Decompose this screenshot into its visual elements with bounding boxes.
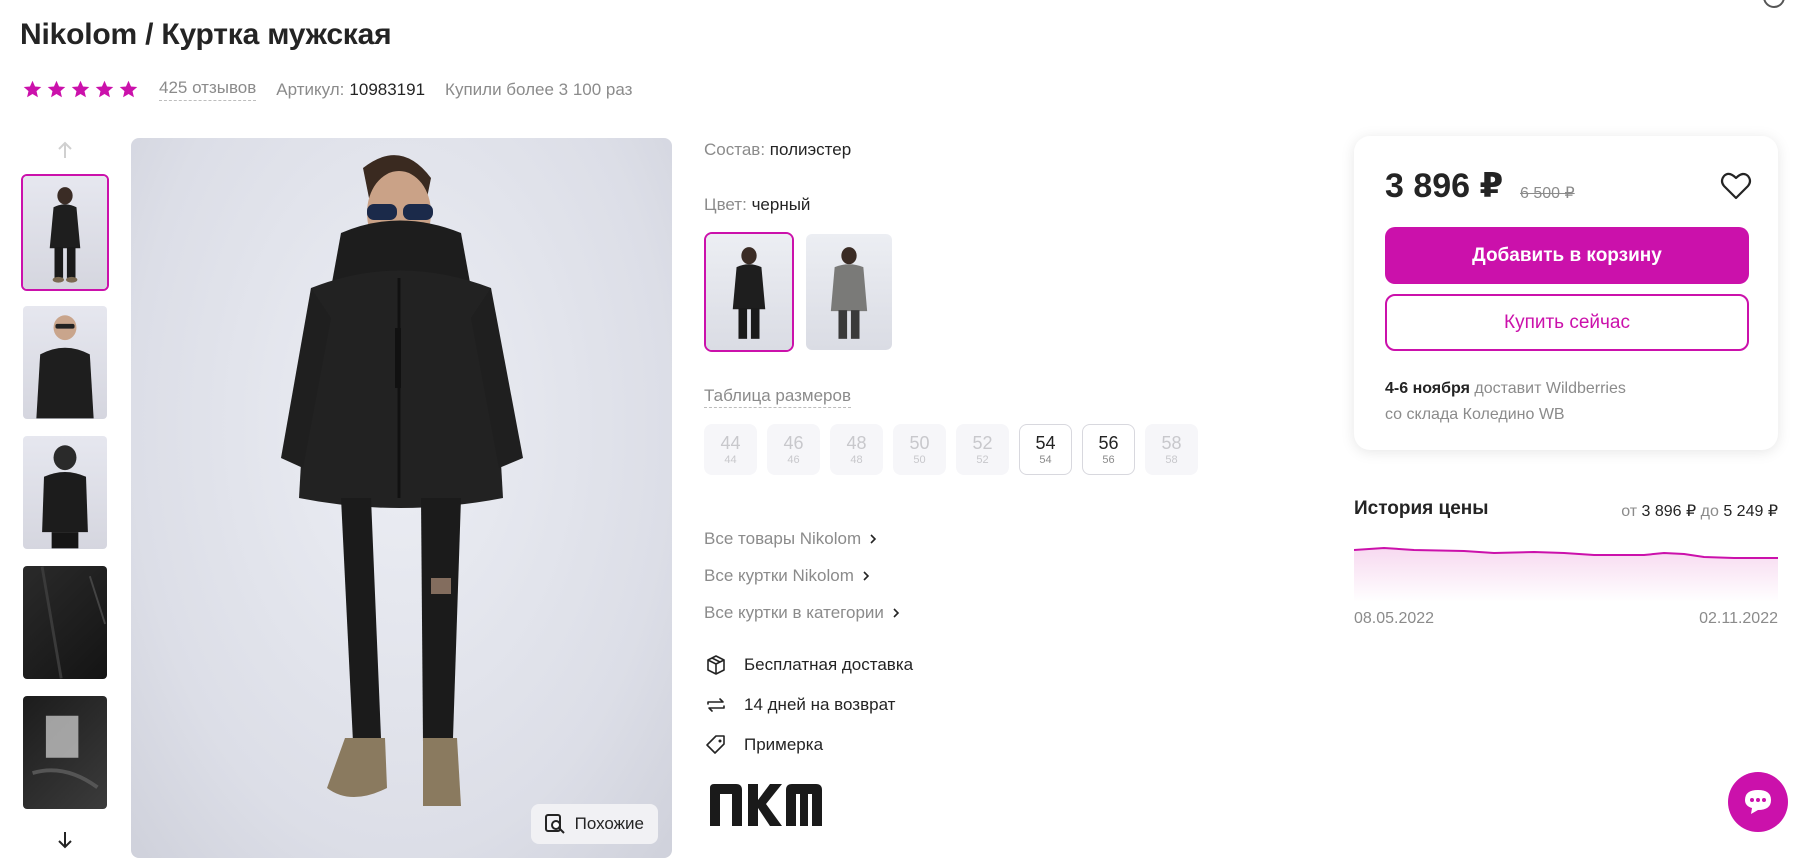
box-icon — [707, 655, 725, 675]
price-history-chart[interactable] — [1354, 542, 1778, 602]
man-back-image — [42, 445, 88, 549]
delivery-info: 4-6 ноября доставит Wildberries со склад… — [1385, 376, 1626, 428]
product-title: Nikolom / Куртка мужская — [20, 18, 392, 51]
main-product-photo[interactable]: Похожие — [131, 138, 672, 858]
feature-free-delivery: Бесплатная доставка — [704, 645, 913, 685]
buy-card: 3 896 ₽ 6 500 ₽ Добавить в корзину Купит… — [1354, 136, 1778, 450]
size-52[interactable]: 52 52 — [956, 424, 1009, 475]
delivery-warehouse: со склада Коледино WB — [1385, 406, 1565, 423]
star-icon — [23, 80, 42, 98]
old-price: 6 500 ₽ — [1520, 185, 1575, 202]
composition-label: Состав: — [704, 140, 766, 159]
thumb-scroll-up-button[interactable] — [20, 134, 110, 166]
size-46[interactable]: 46 46 — [767, 424, 820, 475]
size-44[interactable]: 44 44 — [704, 424, 757, 475]
thumbnail-2[interactable] — [21, 304, 109, 421]
thumbnail-5[interactable] — [21, 694, 109, 811]
price-history-range: от 3 896 ₽ до 5 249 ₽ — [1621, 503, 1778, 520]
star-icon — [95, 80, 114, 98]
link-all-brand-products[interactable]: Все товары Nikolom — [704, 520, 902, 557]
man-front-image — [49, 187, 81, 283]
similar-label: Похожие — [574, 814, 644, 833]
history-end-date: 02.11.2022 — [1699, 610, 1778, 627]
color-label: Цвет: — [704, 195, 747, 214]
thumbnail-1[interactable] — [21, 174, 109, 291]
chat-button[interactable] — [1728, 772, 1788, 832]
brand-links: Все товары Nikolom Все куртки Nikolom Вс… — [704, 520, 902, 631]
color-value: черный — [751, 195, 811, 214]
bought-count: Купили более 3 100 раз — [445, 79, 633, 99]
black-jacket-image — [732, 247, 766, 339]
size-54[interactable]: 54 54 — [1019, 424, 1072, 475]
corner-icon[interactable] — [1763, 0, 1785, 8]
color-row: Цвет: черный — [704, 195, 810, 215]
size-50[interactable]: 50 50 — [893, 424, 946, 475]
article-label: Артикул: — [276, 79, 345, 99]
chevron-right-icon — [870, 533, 877, 544]
tag-icon — [706, 735, 725, 754]
chat-bubble-icon — [1745, 790, 1771, 814]
add-to-cart-button[interactable]: Добавить в корзину — [1385, 227, 1749, 284]
current-price: 3 896 ₽ — [1385, 167, 1504, 205]
gray-jacket-image — [830, 247, 868, 339]
chevron-right-icon — [863, 570, 870, 581]
rating-stars — [22, 79, 139, 100]
man-in-jacket-image — [281, 155, 523, 806]
star-icon — [71, 80, 90, 98]
arrow-down-icon — [58, 832, 72, 849]
return-arrows-icon — [707, 698, 725, 712]
heart-icon[interactable] — [1720, 171, 1752, 201]
delivery-text: доставит Wildberries — [1474, 380, 1626, 397]
thumbnail-3[interactable] — [21, 434, 109, 551]
product-meta: 425 отзывов Артикул: 10983191 Купили бол… — [22, 78, 632, 101]
composition-row: Состав: полиэстер — [704, 140, 851, 160]
size-48[interactable]: 48 48 — [830, 424, 883, 475]
thumb-scroll-down-button[interactable] — [20, 824, 110, 856]
link-all-category-jackets[interactable]: Все куртки в категории — [704, 594, 902, 631]
color-swatches — [704, 232, 894, 352]
star-icon — [47, 80, 66, 98]
thumbnail-strip — [20, 134, 110, 856]
brand-logo[interactable] — [708, 782, 824, 828]
star-icon — [119, 80, 138, 98]
chevron-right-icon — [893, 607, 900, 618]
delivery-date: 4-6 ноября — [1385, 380, 1470, 397]
feature-fitting: Примерка — [704, 725, 913, 765]
buy-now-button[interactable]: Купить сейчас — [1385, 294, 1749, 351]
arrow-up-icon — [58, 141, 72, 158]
size-56[interactable]: 56 56 — [1082, 424, 1135, 475]
link-all-brand-jackets[interactable]: Все куртки Nikolom — [704, 557, 902, 594]
similar-search-icon — [544, 814, 565, 834]
size-table-link[interactable]: Таблица размеров — [704, 386, 851, 408]
color-swatch-black[interactable] — [704, 232, 794, 352]
composition-value: полиэстер — [769, 140, 852, 159]
fabric-detail-image — [40, 566, 107, 679]
size-58[interactable]: 58 58 — [1145, 424, 1198, 475]
thumbnail-4[interactable] — [21, 564, 109, 681]
color-swatch-gray[interactable] — [804, 232, 894, 352]
reviews-link[interactable]: 425 отзывов — [159, 78, 257, 101]
history-start-date: 08.05.2022 — [1354, 610, 1435, 627]
similar-button[interactable]: Похожие — [530, 804, 658, 844]
size-selector: 44 44 46 46 48 48 50 50 52 52 54 54 56 56 58 58 — [704, 424, 1198, 475]
man-closeup-image — [36, 315, 94, 419]
label-detail-image — [32, 715, 99, 789]
price-history: История цены от 3 896 ₽ до 5 249 ₽ 08.05… — [1354, 498, 1778, 627]
service-features: Бесплатная доставка 14 дней на возврат П… — [704, 645, 913, 765]
article-value[interactable]: 10983191 — [349, 80, 425, 100]
feature-return: 14 дней на возврат — [704, 685, 913, 725]
